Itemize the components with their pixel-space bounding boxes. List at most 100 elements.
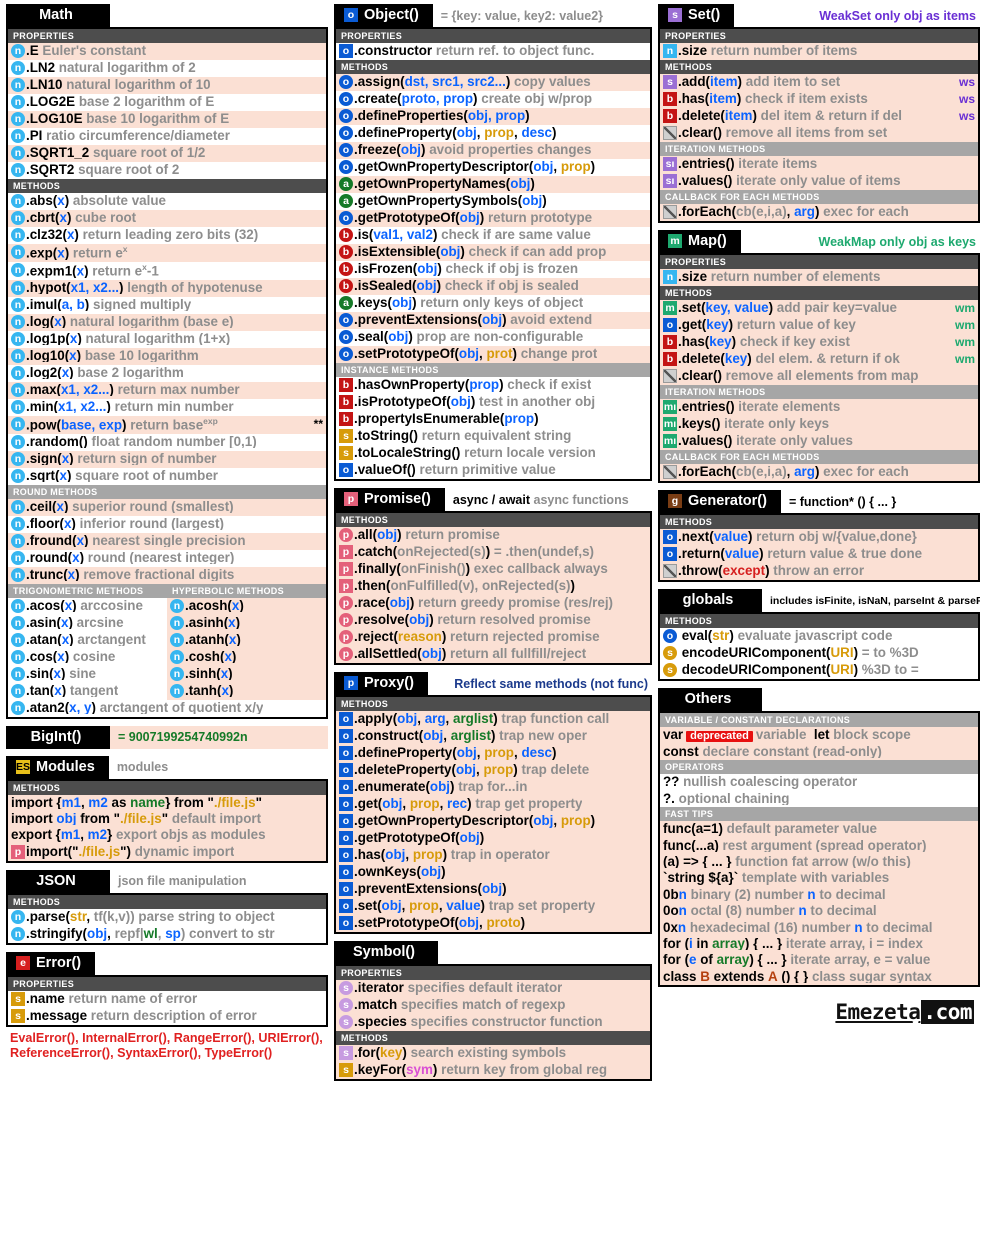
- list-item: p .resolve(obj) return resolved promise: [336, 612, 650, 629]
- cheatsheet-page: Math PROPERTIES n .E Euler's constant n .L…: [0, 0, 992, 1234]
- logo-domain: .com: [912, 1000, 974, 1033]
- card-globals-body: METHODS o eval(str) evaluate javascript …: [658, 612, 980, 681]
- number-badge-icon: n: [11, 228, 25, 242]
- card-map-header: m Map() WeakMap only obj as keys: [658, 230, 980, 253]
- list-item: o .has(obj, prop) trap in operator: [336, 847, 650, 864]
- list-item: n .cosh(x): [167, 649, 326, 666]
- card-generator-body: METHODS o .next(value) return obj w/{valu…: [658, 513, 980, 582]
- list-item: s .toLocaleString() return locale version: [336, 445, 650, 462]
- number-badge-icon: n: [11, 146, 25, 160]
- number-badge-icon: n: [170, 666, 184, 681]
- list-item: n .expm1(x) return ex-1: [8, 262, 326, 280]
- card-others-subtitle: [762, 688, 980, 711]
- card-json-body: METHODS n .parse(str, tf(k,v)) parse stri…: [6, 892, 328, 945]
- card-map-body: PROPERTIES n .size return number of eleme…: [658, 253, 980, 483]
- weakmap-tag: wm: [954, 318, 975, 332]
- list-item: b .is(val1, val2) check if are same value: [336, 227, 650, 244]
- list-item: for (i in array) { ... } iterate array, …: [660, 936, 978, 953]
- card-promise: p Promise() async / await async functions…: [334, 488, 652, 665]
- object-badge-icon: o: [339, 44, 353, 58]
- object-badge-icon: o: [339, 211, 353, 225]
- list-item: b .isFrozen(obj) check if obj is frozen: [336, 261, 650, 278]
- card-object: o Object() = {key: value, key2: value2} P…: [334, 4, 652, 481]
- list-item: mı .values() iterate only values: [660, 433, 978, 450]
- object-badge-icon: o: [339, 143, 353, 157]
- card-promise-title: p Promise(): [334, 488, 445, 511]
- string-badge-icon: s: [663, 663, 677, 677]
- section-math-round: ROUND METHODS: [8, 484, 326, 499]
- set-properties-rows: n .size return number of items: [660, 43, 978, 60]
- list-item: n .stringify(obj, repf|wl, sp) convert to…: [8, 925, 326, 943]
- string-badge-icon: s: [339, 446, 353, 460]
- section-math-hyper: HYPERBOLIC METHODS: [167, 583, 326, 598]
- error-badge-icon: e: [16, 955, 30, 970]
- list-item: o .construct(obj, arglist) trap new oper: [336, 728, 650, 745]
- number-badge-icon: n: [11, 683, 25, 698]
- number-badge-icon: n: [11, 615, 25, 630]
- list-item: n .LOG10E base 10 logarithm of E: [8, 111, 326, 128]
- list-item: b .isSealed(obj) check if obj is sealed: [336, 278, 650, 295]
- string-badge-icon: s: [339, 429, 353, 443]
- column-left: Math PROPERTIES n .E Euler's constant n .L…: [6, 4, 328, 1232]
- card-math-body: PROPERTIES n .E Euler's constant n .LN2 na…: [6, 27, 328, 719]
- json-rows: n .parse(str, tf(k,v)) parse string to ob…: [8, 908, 326, 943]
- section-map-methods: METHODS: [660, 286, 978, 300]
- number-badge-icon: n: [663, 44, 677, 58]
- number-badge-icon: n: [170, 683, 184, 698]
- array-badge-icon: a: [339, 194, 353, 208]
- list-item: n .atan2(x, y) arctangent of quotient x/y: [8, 699, 326, 717]
- number-badge-icon: n: [11, 61, 25, 75]
- weakset-tag: ws: [958, 109, 975, 123]
- void-badge-icon: v: [663, 126, 677, 140]
- card-bigint: BigInt() = 9007199254740992n: [6, 725, 328, 749]
- number-badge-icon: n: [11, 129, 25, 143]
- boolean-badge-icon: b: [663, 335, 677, 349]
- list-item: n .size return number of elements: [660, 269, 978, 286]
- card-set-header: s Set() WeakSet only obj as items: [658, 4, 980, 27]
- list-item: o .preventExtensions(obj): [336, 881, 650, 898]
- symbol-properties-rows: s .iterator specifies default iterator s.…: [336, 980, 650, 1031]
- promise-badge-icon: p: [339, 545, 353, 559]
- list-item: o .set(obj, prop, value) trap set propert…: [336, 898, 650, 915]
- object-badge-icon: o: [344, 8, 358, 22]
- list-item: (a) => { ... } function fat arrow (w/o t…: [660, 854, 978, 871]
- math-methods-rows: n .abs(x) absolute value n .cbrt(x) cube r…: [8, 193, 326, 485]
- set-iterator-badge-icon: sı: [663, 157, 677, 171]
- list-item: n .tan(x) tangent: [8, 683, 167, 700]
- list-item: o .setPrototypeOf(obj, prot) change prot: [336, 346, 650, 363]
- number-badge-icon: n: [11, 163, 25, 177]
- object-badge-icon: o: [339, 746, 353, 760]
- card-math: Math PROPERTIES n .E Euler's constant n .L…: [6, 4, 328, 719]
- promise-badge-icon: p: [339, 630, 353, 644]
- list-item: o .ownKeys(obj): [336, 864, 650, 881]
- card-set: s Set() WeakSet only obj as items PROPERT…: [658, 4, 980, 223]
- math-properties-rows: n .E Euler's constant n .LN2 natural logar…: [8, 43, 326, 179]
- list-item: n .exp(x) return ex: [8, 244, 326, 262]
- object-badge-icon: o: [339, 899, 353, 913]
- object-badge-icon: o: [339, 763, 353, 777]
- weakmap-tag: wm: [954, 301, 975, 315]
- list-item: n .trunc(x) remove fractional digits: [8, 566, 326, 584]
- card-bigint-header: BigInt() = 9007199254740992n: [6, 725, 328, 749]
- card-object-header: o Object() = {key: value, key2: value2}: [334, 4, 652, 27]
- list-item: o .getOwnPropertyDescriptor(obj, prop): [336, 159, 650, 176]
- number-badge-icon: n: [11, 598, 25, 613]
- promise-badge-icon: p: [339, 596, 353, 610]
- list-item: n .log(x) natural logarithm (base e): [8, 313, 326, 331]
- object-instance-rows: b .hasOwnProperty(prop) check if exist b.…: [336, 377, 650, 479]
- list-item: class B extends A () { } class sugar syn…: [660, 968, 978, 986]
- string-badge-icon: s: [11, 1008, 25, 1023]
- number-badge-icon: n: [170, 615, 184, 630]
- boolean-badge-icon: b: [339, 395, 353, 409]
- list-item: for (e of array) { ... } iterate array, …: [660, 952, 978, 969]
- list-item: n .tanh(x): [167, 683, 326, 700]
- section-set-properties: PROPERTIES: [660, 29, 978, 43]
- card-bigint-title: BigInt(): [6, 725, 110, 749]
- map-badge-icon: m: [668, 234, 682, 248]
- void-badge-icon: v: [663, 205, 677, 219]
- column-middle: o Object() = {key: value, key2: value2} P…: [334, 4, 652, 1232]
- card-map: m Map() WeakMap only obj as keys PROPERTI…: [658, 230, 980, 483]
- object-badge-icon: o: [339, 712, 353, 726]
- section-object-instance: INSTANCE METHODS: [336, 363, 650, 377]
- section-others-declarations: VARIABLE / CONSTANT DECLARATIONS: [660, 713, 978, 727]
